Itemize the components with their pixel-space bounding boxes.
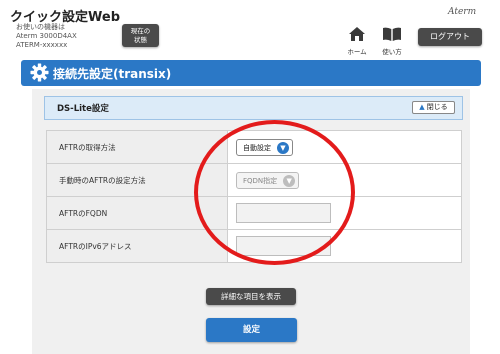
guide-nav-button[interactable]: 使い方 — [378, 26, 406, 56]
aftr-method-selected: 自動設定 — [243, 143, 271, 152]
aftr-ipv6-input[interactable] — [236, 236, 331, 256]
table-row-aftr-method: AFTRの取得方法 自動設定 ▼ — [46, 130, 462, 164]
device-caption: お使いの機器は — [16, 23, 65, 31]
manual-aftr-method-selected: FQDN指定 — [243, 176, 278, 185]
gear-icon — [30, 63, 49, 82]
chevron-down-icon: ▼ — [283, 174, 296, 187]
aftr-fqdn-input[interactable] — [236, 203, 331, 223]
row-value: FQDN指定 ▼ — [227, 163, 462, 197]
row-label: AFTRのFQDN — [46, 196, 228, 230]
aftr-method-select[interactable]: 自動設定 ▼ — [236, 138, 293, 156]
row-label: AFTRの取得方法 — [46, 130, 228, 164]
row-label: 手動時のAFTRの設定方法 — [46, 163, 228, 197]
page-title: 接続先設定(transix) — [53, 67, 172, 81]
guide-label: 使い方 — [382, 48, 402, 56]
device-name: ATERM-xxxxxx — [16, 41, 68, 49]
section-title: DS-Lite設定 — [57, 104, 109, 114]
home-label: ホーム — [347, 48, 367, 56]
collapse-label: 閉じる — [426, 103, 448, 111]
current-status-label-line2: 状態 — [134, 36, 147, 44]
row-label: AFTRのIPv6アドレス — [46, 229, 228, 263]
device-model: Aterm 3000D4AX — [16, 32, 77, 40]
collapse-button[interactable]: ▲ 閉じる — [412, 101, 455, 114]
show-details-button[interactable]: 詳細な項目を表示 — [206, 288, 296, 305]
home-icon — [349, 27, 365, 41]
current-status-label-line1: 現在の — [130, 27, 151, 35]
brand-logo: Aterm — [448, 7, 477, 17]
row-value — [227, 196, 462, 230]
page-title-bar: 接続先設定(transix) — [21, 60, 481, 86]
row-value — [227, 229, 462, 263]
chevron-up-icon: ▲ — [419, 103, 425, 111]
row-value: 自動設定 ▼ — [227, 130, 462, 164]
book-icon — [383, 27, 401, 41]
table-row-aftr-ipv6: AFTRのIPv6アドレス — [46, 229, 462, 263]
home-nav-button[interactable]: ホーム — [345, 26, 369, 56]
table-row-manual-aftr-method: 手動時のAFTRの設定方法 FQDN指定 ▼ — [46, 163, 462, 197]
table-row-aftr-fqdn: AFTRのFQDN — [46, 196, 462, 230]
chevron-down-icon: ▼ — [277, 141, 289, 154]
current-status-button[interactable]: 現在の 状態 — [122, 24, 159, 47]
section-header-ds-lite: DS-Lite設定 ▲ 閉じる — [44, 96, 463, 120]
settings-table: AFTRの取得方法 自動設定 ▼ 手動時のAFTRの設定方法 FQDN指定 ▼ … — [46, 130, 462, 263]
submit-button[interactable]: 設定 — [206, 318, 297, 342]
logout-button[interactable]: ログアウト — [418, 28, 482, 46]
manual-aftr-method-select[interactable]: FQDN指定 ▼ — [236, 171, 300, 189]
